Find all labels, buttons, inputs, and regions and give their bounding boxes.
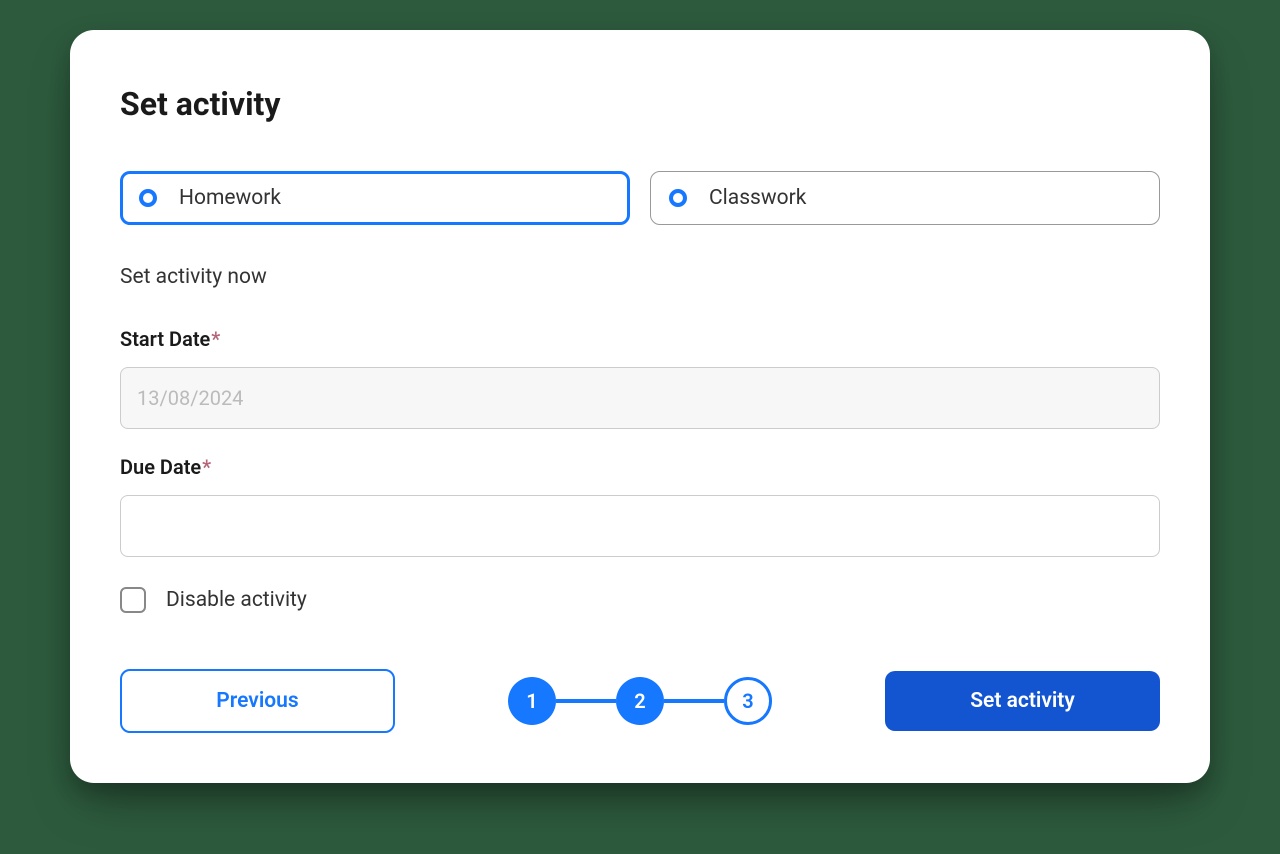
previous-button[interactable]: Previous bbox=[120, 669, 395, 733]
radio-icon bbox=[139, 189, 157, 207]
step-2[interactable]: 2 bbox=[616, 677, 664, 725]
disable-activity-checkbox[interactable] bbox=[120, 587, 146, 613]
set-activity-subtitle: Set activity now bbox=[120, 265, 1160, 289]
set-activity-button[interactable]: Set activity bbox=[885, 671, 1160, 731]
activity-card: Set activity Homework Classwork Set acti… bbox=[70, 30, 1210, 783]
start-date-input[interactable] bbox=[120, 367, 1160, 429]
radio-homework[interactable]: Homework bbox=[120, 171, 630, 225]
step-1[interactable]: 1 bbox=[508, 677, 556, 725]
step-3[interactable]: 3 bbox=[724, 677, 772, 725]
radio-homework-label: Homework bbox=[179, 186, 281, 210]
start-date-label: Start Date* bbox=[120, 327, 1160, 351]
footer: Previous 1 2 3 Set activity bbox=[120, 669, 1160, 733]
due-date-input[interactable] bbox=[120, 495, 1160, 557]
step-connector bbox=[556, 699, 616, 703]
radio-icon bbox=[669, 189, 687, 207]
activity-type-group: Homework Classwork bbox=[120, 171, 1160, 225]
radio-classwork-label: Classwork bbox=[709, 186, 806, 210]
disable-activity-row: Disable activity bbox=[120, 587, 1160, 613]
disable-activity-label: Disable activity bbox=[166, 588, 307, 612]
page-title: Set activity bbox=[120, 85, 1160, 123]
stepper: 1 2 3 bbox=[508, 677, 772, 725]
step-connector bbox=[664, 699, 724, 703]
radio-classwork[interactable]: Classwork bbox=[650, 171, 1160, 225]
due-date-label: Due Date* bbox=[120, 455, 1160, 479]
